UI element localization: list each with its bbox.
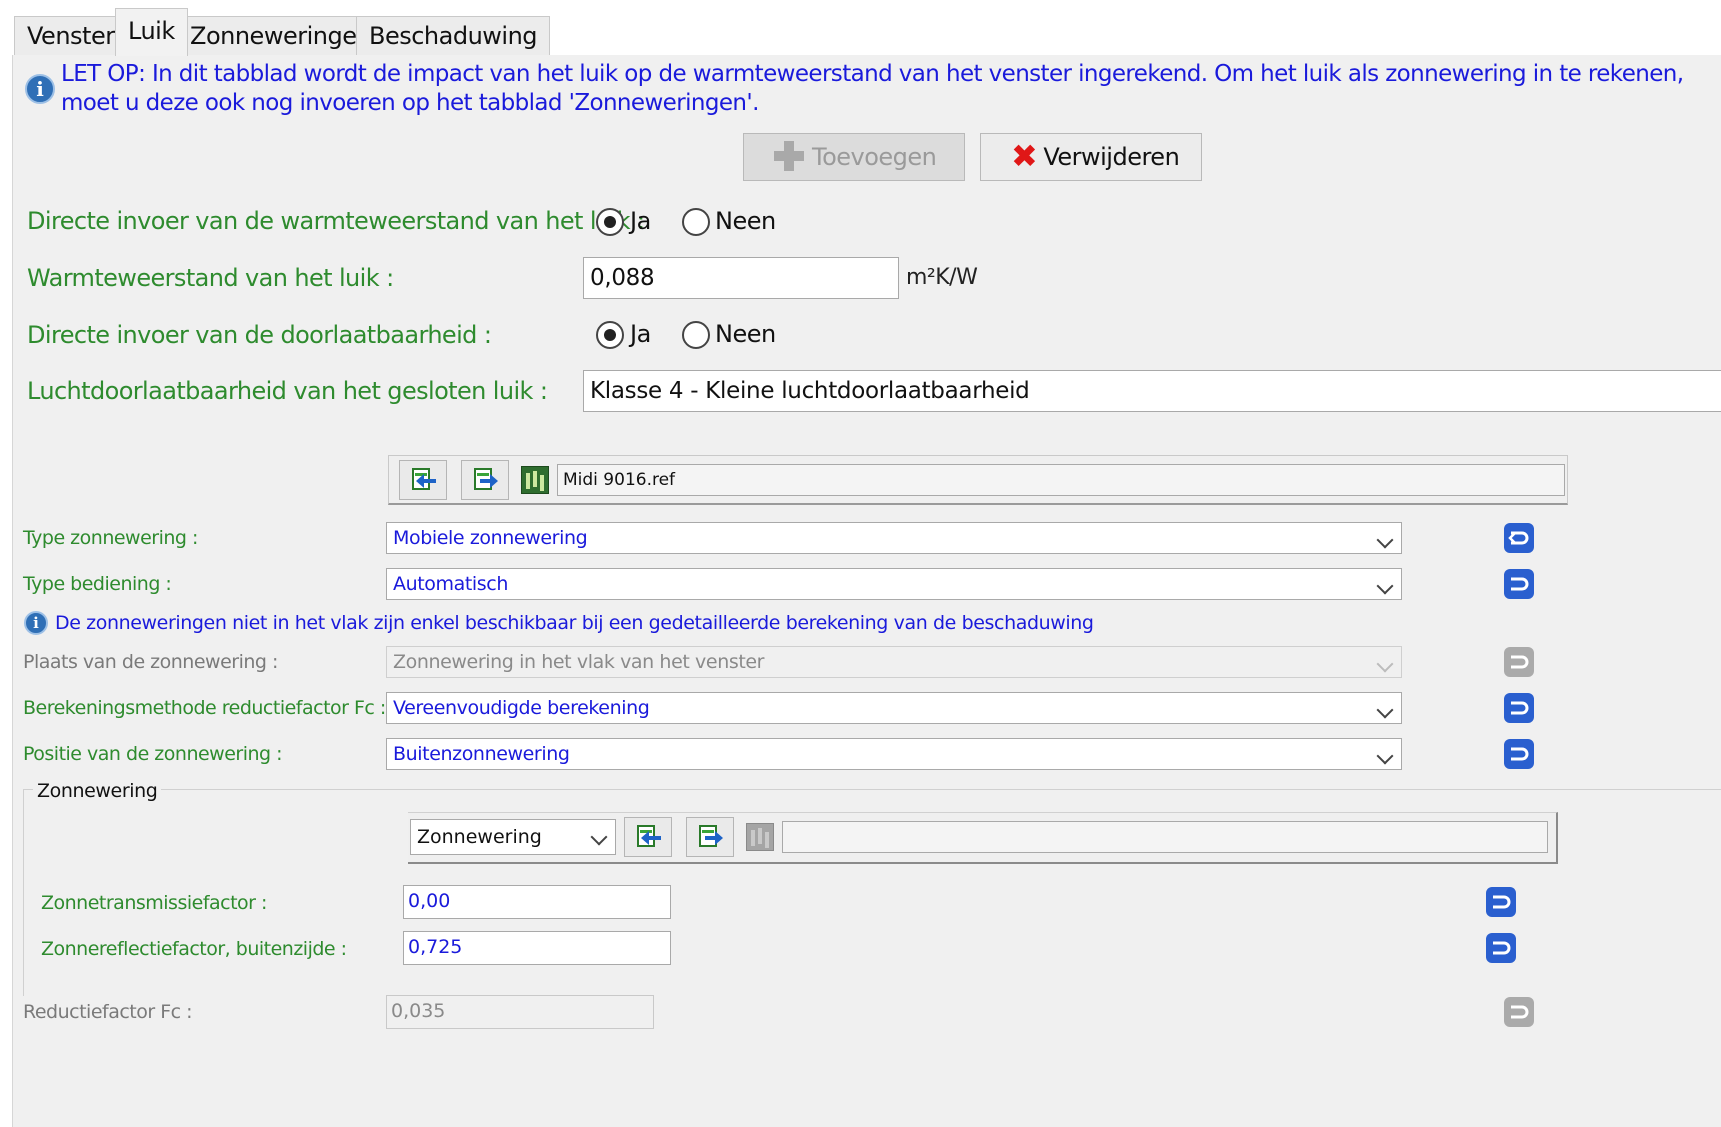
type-bediening-select[interactable]: Automatisch bbox=[386, 568, 1402, 600]
plaats-zonnewering-value: Zonnewering in het vlak van het venster bbox=[393, 651, 765, 673]
undo-button[interactable] bbox=[1486, 933, 1516, 963]
export-icon bbox=[474, 468, 498, 490]
thermal-resistance-input[interactable]: 0,088 bbox=[583, 257, 899, 299]
luik-form: i LET OP: In dit tabblad wordt de impact… bbox=[12, 55, 1721, 462]
direct-thermal-neen-label[interactable]: Neen bbox=[715, 205, 776, 237]
berekeningsmethode-select[interactable]: Vereenvoudigde berekening bbox=[386, 692, 1402, 724]
type-bediening-value: Automatisch bbox=[393, 573, 508, 595]
undo-icon bbox=[1511, 655, 1529, 669]
type-zonnewering-label: Type zonnewering : bbox=[23, 527, 198, 549]
undo-icon bbox=[1493, 941, 1511, 955]
berekeningsmethode-value: Vereenvoudigde berekening bbox=[393, 697, 650, 719]
remove-button-label: Verwijderen bbox=[1043, 143, 1180, 171]
direct-permeability-neen-radio[interactable] bbox=[682, 321, 710, 349]
zonnewering-type-value: Zonnewering bbox=[417, 826, 542, 848]
air-permeability-field[interactable]: Klasse 4 - Kleine luchtdoorlaatbaarheid bbox=[583, 370, 1721, 412]
library-file-field[interactable]: Midi 9016.ref bbox=[557, 464, 1565, 496]
zonnereflectiefactor-input[interactable]: 0,725 bbox=[403, 931, 671, 965]
import-icon bbox=[637, 825, 661, 847]
undo-button[interactable] bbox=[1504, 569, 1534, 599]
undo-button[interactable] bbox=[1504, 997, 1534, 1027]
export-button[interactable] bbox=[686, 817, 734, 857]
delete-x-icon: ✖ bbox=[1011, 137, 1038, 175]
positie-zonnewering-label: Positie van de zonnewering : bbox=[23, 743, 283, 765]
undo-button[interactable] bbox=[1504, 693, 1534, 723]
direct-thermal-label: Directe invoer van de warmteweerstand va… bbox=[27, 207, 645, 235]
direct-thermal-neen-radio[interactable] bbox=[682, 208, 710, 236]
undo-icon bbox=[1508, 531, 1529, 545]
group-toolbar: Zonnewering bbox=[408, 812, 1558, 864]
library-icon[interactable] bbox=[521, 466, 549, 494]
info-note-line2: moet u deze ook nog invoeren op het tabb… bbox=[61, 90, 759, 116]
info-note-line1: LET OP: In dit tabblad wordt de impact v… bbox=[61, 61, 1684, 87]
direct-permeability-ja-label[interactable]: Ja bbox=[630, 318, 651, 350]
info-note: De zonneweringen niet in het vlak zijn e… bbox=[55, 612, 1094, 634]
reductiefactor-field[interactable]: 0,035 bbox=[386, 995, 654, 1029]
zonnewering-panel: Midi 9016.ref Type zonnewering : Mobiele… bbox=[12, 449, 1721, 1127]
luik-panel: Venster Luik Zonneweringen Beschaduwing … bbox=[12, 0, 1721, 462]
info-icon: i bbox=[24, 611, 48, 635]
library-icon[interactable] bbox=[746, 823, 774, 851]
chevron-down-icon bbox=[1376, 747, 1394, 765]
tab-venster[interactable]: Venster bbox=[14, 16, 128, 55]
group-library-field[interactable] bbox=[782, 821, 1548, 853]
chevron-down-icon bbox=[1376, 531, 1394, 549]
tab-strip: Venster Luik Zonneweringen Beschaduwing bbox=[12, 8, 1721, 56]
import-icon bbox=[412, 468, 436, 490]
direct-thermal-ja-radio[interactable] bbox=[596, 208, 624, 236]
thermal-resistance-unit: m²K/W bbox=[906, 265, 978, 290]
plaats-zonnewering-label: Plaats van de zonnewering : bbox=[23, 651, 278, 673]
type-zonnewering-value: Mobiele zonnewering bbox=[393, 527, 588, 549]
export-icon bbox=[699, 825, 723, 847]
import-button[interactable] bbox=[624, 817, 672, 857]
add-button-label: Toevoegen bbox=[812, 143, 937, 171]
add-button[interactable]: Toevoegen bbox=[743, 133, 965, 181]
import-button[interactable] bbox=[399, 460, 447, 500]
reductiefactor-label: Reductiefactor Fc : bbox=[23, 1001, 193, 1023]
chevron-down-icon bbox=[590, 828, 608, 846]
type-zonnewering-select[interactable]: Mobiele zonnewering bbox=[386, 522, 1402, 554]
plus-icon bbox=[774, 141, 804, 171]
direct-thermal-ja-label[interactable]: Ja bbox=[630, 205, 651, 237]
undo-button[interactable] bbox=[1504, 739, 1534, 769]
berekeningsmethode-label: Berekeningsmethode reductiefactor Fc : bbox=[23, 697, 386, 719]
undo-icon bbox=[1511, 747, 1529, 761]
undo-button[interactable] bbox=[1504, 523, 1534, 553]
direct-permeability-label: Directe invoer van de doorlaatbaarheid : bbox=[27, 321, 492, 349]
undo-icon bbox=[1511, 577, 1529, 591]
tab-luik[interactable]: Luik bbox=[115, 8, 188, 56]
positie-zonnewering-select[interactable]: Buitenzonnewering bbox=[386, 738, 1402, 770]
undo-button[interactable] bbox=[1486, 887, 1516, 917]
undo-icon bbox=[1511, 701, 1529, 715]
export-button[interactable] bbox=[461, 460, 509, 500]
air-permeability-label: Luchtdoorlaatbaarheid van het gesloten l… bbox=[27, 377, 548, 405]
undo-button[interactable] bbox=[1504, 647, 1534, 677]
positie-zonnewering-value: Buitenzonnewering bbox=[393, 743, 570, 765]
zonnetransmissiefactor-label: Zonnetransmissiefactor : bbox=[41, 892, 267, 914]
direct-permeability-ja-radio[interactable] bbox=[596, 321, 624, 349]
remove-button[interactable]: ✖ Verwijderen bbox=[980, 133, 1202, 181]
chevron-down-icon bbox=[1376, 655, 1394, 673]
chevron-down-icon bbox=[1376, 701, 1394, 719]
direct-permeability-neen-label[interactable]: Neen bbox=[715, 318, 776, 350]
plaats-zonnewering-select[interactable]: Zonnewering in het vlak van het venster bbox=[386, 646, 1402, 678]
info-icon: i bbox=[25, 74, 55, 104]
zonnewering-group-title: Zonnewering bbox=[33, 778, 162, 804]
tab-beschaduwing[interactable]: Beschaduwing bbox=[356, 16, 551, 55]
zonnetransmissiefactor-input[interactable]: 0,00 bbox=[403, 885, 671, 919]
library-toolbar: Midi 9016.ref bbox=[388, 455, 1568, 505]
tab-zonneweringen[interactable]: Zonneweringen bbox=[177, 16, 385, 55]
zonnereflectiefactor-label: Zonnereflectiefactor, buitenzijde : bbox=[41, 938, 347, 960]
thermal-resistance-label: Warmteweerstand van het luik : bbox=[27, 264, 394, 292]
zonnewering-type-select[interactable]: Zonnewering bbox=[410, 819, 616, 855]
chevron-down-icon bbox=[1376, 577, 1394, 595]
type-bediening-label: Type bediening : bbox=[23, 573, 172, 595]
undo-icon bbox=[1511, 1005, 1529, 1019]
undo-icon bbox=[1493, 895, 1511, 909]
